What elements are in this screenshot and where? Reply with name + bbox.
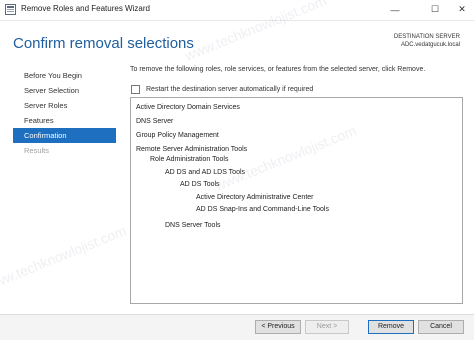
list-item: Role Administration Tools [150, 156, 229, 163]
list-item: Group Policy Management [136, 132, 219, 139]
previous-button[interactable]: < Previous [255, 320, 301, 334]
instruction-text: To remove the following roles, role serv… [130, 66, 426, 73]
nav-item-results: Results [24, 146, 50, 155]
page-title: Confirm removal selections [13, 35, 194, 52]
close-button[interactable]: ✕ [447, 0, 474, 19]
destination-server-info: DESTINATION SERVER ADC.vedatgucuk.local [394, 33, 460, 49]
restart-checkbox[interactable] [131, 85, 140, 94]
wizard-nav: Before You Begin Server Selection Server… [13, 68, 116, 158]
list-item: AD DS Tools [180, 181, 220, 188]
watermark: www.techknowlojist.com [0, 222, 129, 294]
restart-option[interactable]: Restart the destination server automatic… [131, 85, 313, 94]
nav-item-before-you-begin[interactable]: Before You Begin [13, 68, 116, 83]
list-item: Active Directory Domain Services [136, 104, 240, 111]
next-button: Next > [305, 320, 349, 334]
destination-label: DESTINATION SERVER [393, 34, 460, 40]
close-icon: ✕ [458, 4, 466, 14]
nav-item-server-selection[interactable]: Server Selection [13, 83, 116, 98]
cancel-button[interactable]: Cancel [418, 320, 464, 334]
server-manager-icon [5, 4, 16, 15]
minimize-icon: — [390, 4, 400, 15]
maximize-button[interactable]: ☐ [420, 0, 450, 19]
nav-item-server-roles[interactable]: Server Roles [13, 98, 116, 113]
minimize-button[interactable]: — [380, 0, 410, 19]
destination-server-name: ADC.vedatgucuk.local [400, 42, 460, 48]
list-item: DNS Server [136, 118, 174, 125]
maximize-icon: ☐ [430, 4, 440, 14]
nav-item-features[interactable]: Features [13, 113, 116, 128]
restart-label: Restart the destination server automatic… [146, 86, 314, 93]
list-item: AD DS Snap-Ins and Command-Line Tools [196, 206, 329, 213]
list-item: Active Directory Administrative Center [196, 194, 314, 201]
list-item: AD DS and AD LDS Tools [165, 169, 246, 176]
nav-item-confirmation[interactable]: Confirmation [13, 128, 116, 143]
confirmation-content: To remove the following roles, role serv… [130, 66, 462, 94]
title-bar: Remove Roles and Features Wizard — ☐ ✕ [0, 0, 474, 21]
list-item: Remote Server Administration Tools [136, 146, 248, 153]
remove-button[interactable]: Remove [368, 320, 414, 334]
removal-list: Active Directory Domain Services DNS Ser… [130, 97, 463, 304]
window-title: Remove Roles and Features Wizard [21, 4, 150, 13]
list-item: DNS Server Tools [165, 222, 221, 229]
